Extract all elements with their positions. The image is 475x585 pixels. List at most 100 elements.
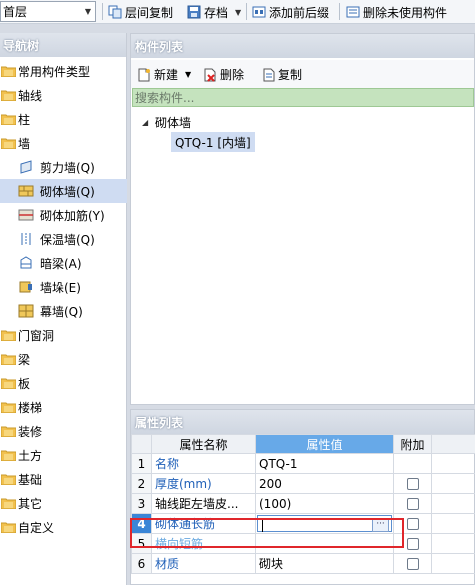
- nav-item-label: 墙: [18, 136, 31, 151]
- tree-leaf-label: QTQ-1 [内墙]: [175, 135, 251, 150]
- spacer-cell: [431, 473, 475, 494]
- nav-item[interactable]: 装修: [0, 419, 127, 443]
- save-archive-button[interactable]: 存档 ▼: [187, 3, 241, 21]
- delete-unused-button[interactable]: 删除未使用构件: [346, 3, 447, 21]
- component-list-panel: 构件列表 新建 ▼ 删除 复制 搜索构件... ◢ 砌体墙 QTQ-1 [内墙]: [130, 33, 475, 405]
- nav-tree-header: 导航树: [0, 33, 126, 57]
- toolbar-divider: [102, 3, 103, 20]
- attach-checkbox[interactable]: [406, 518, 419, 530]
- property-list-title: 属性列表: [135, 415, 184, 430]
- property-row[interactable]: 6 材质 砌块: [131, 553, 475, 574]
- folder-icon: [0, 65, 17, 78]
- property-value[interactable]: ···: [255, 513, 394, 534]
- copy-icon: [263, 68, 275, 81]
- nav-item-label: 砌体墙(Q): [40, 184, 95, 199]
- nav-item-label: 保温墙(Q): [40, 232, 95, 247]
- row-index: 6: [131, 553, 152, 574]
- property-list-header: 属性列表: [131, 410, 474, 434]
- nav-item-label: 基础: [18, 472, 43, 487]
- nav-item[interactable]: 板: [0, 371, 127, 395]
- nav-item[interactable]: 基础: [0, 467, 127, 491]
- folder-icon: [0, 137, 17, 150]
- nav-item[interactable]: 保温墙(Q): [0, 227, 127, 251]
- property-name: 名称: [151, 453, 256, 474]
- tree-leaf-qtq1[interactable]: QTQ-1 [内墙]: [171, 132, 255, 152]
- nav-item[interactable]: 梁: [0, 347, 127, 371]
- nav-item-label: 自定义: [18, 520, 55, 535]
- nav-item[interactable]: 自定义: [0, 515, 127, 539]
- nav-item-label: 暗梁(A): [40, 256, 82, 271]
- nav-item[interactable]: 常用构件类型: [0, 59, 127, 83]
- nav-item-label: 板: [18, 376, 31, 391]
- folder-icon: [0, 89, 17, 102]
- delete-component-button[interactable]: 删除: [203, 66, 244, 83]
- folder-icon: [0, 353, 17, 366]
- attach-checkbox[interactable]: [406, 558, 419, 570]
- chevron-down-icon[interactable]: ▼: [235, 8, 241, 17]
- folder-icon: [0, 113, 17, 126]
- header-attach[interactable]: 附加: [393, 434, 432, 454]
- collapse-triangle-icon[interactable]: ◢: [142, 118, 148, 127]
- nav-item-label: 幕墙(Q): [40, 304, 83, 319]
- nav-item[interactable]: 其它: [0, 491, 127, 515]
- attach-checkbox[interactable]: [406, 498, 419, 510]
- property-name: 厚度(mm): [151, 473, 256, 494]
- nav-item-label: 门窗洞: [18, 328, 55, 343]
- nav-item[interactable]: 幕墙(Q): [0, 299, 127, 323]
- property-row[interactable]: 1 名称 QTQ-1: [131, 453, 475, 474]
- property-value[interactable]: 200: [255, 473, 394, 494]
- attach-cell: [393, 493, 432, 514]
- copy-between-floors-button[interactable]: 层间复制: [108, 3, 173, 21]
- nav-item[interactable]: 剪力墙(Q): [0, 155, 127, 179]
- nav-item[interactable]: 砌体加筋(Y): [0, 203, 127, 227]
- property-value-editor[interactable]: ···: [257, 515, 392, 532]
- property-name: 材质: [151, 553, 256, 574]
- nav-item[interactable]: 土方: [0, 443, 127, 467]
- floor-select[interactable]: 首层 ▼: [0, 1, 96, 22]
- new-component-button[interactable]: 新建 ▼: [137, 66, 191, 83]
- save-archive-label: 存档: [204, 5, 229, 20]
- tree-node-label: 砌体墙: [155, 115, 192, 130]
- property-name: 横向短筋: [151, 533, 256, 554]
- nav-item[interactable]: 柱: [0, 107, 127, 131]
- nav-item[interactable]: 门窗洞: [0, 323, 127, 347]
- search-placeholder: 搜索构件...: [135, 91, 195, 105]
- copy-component-button[interactable]: 复制: [261, 66, 302, 83]
- attach-checkbox[interactable]: [406, 478, 419, 490]
- component-list-toolbar: 新建 ▼ 删除 复制: [131, 60, 474, 88]
- nav-item[interactable]: 轴线: [0, 83, 127, 107]
- nav-item[interactable]: 楼梯: [0, 395, 127, 419]
- row-index: 4: [131, 513, 152, 534]
- nav-tree-panel: 导航树 常用构件类型 轴线柱墙剪力墙(Q) 砌体墙(Q) 砌体加筋(Y) 保温墙(Q) 暗…: [0, 33, 127, 585]
- add-prefix-suffix-label: 添加前后缀: [269, 5, 330, 20]
- attach-checkbox[interactable]: [406, 538, 419, 550]
- nav-item[interactable]: 墙: [0, 131, 127, 155]
- shear-wall-icon: [18, 159, 34, 175]
- attach-cell: [393, 473, 432, 494]
- folder-icon: [0, 377, 17, 390]
- nav-item[interactable]: 墙垛(E): [0, 275, 127, 299]
- property-row[interactable]: 2 厚度(mm) 200: [131, 473, 475, 494]
- property-value[interactable]: (100): [255, 493, 394, 514]
- property-row[interactable]: 3 轴线距左墙皮... (100): [131, 493, 475, 514]
- masonry-wall-icon: [18, 183, 34, 199]
- nav-item-label: 土方: [18, 448, 43, 463]
- property-value[interactable]: [255, 533, 394, 554]
- property-value[interactable]: 砌块: [255, 553, 394, 574]
- chevron-down-icon[interactable]: ▼: [185, 70, 191, 79]
- header-property-value[interactable]: 属性值: [255, 434, 394, 454]
- nav-item[interactable]: 暗梁(A): [0, 251, 127, 275]
- chevron-down-icon[interactable]: ▼: [81, 2, 95, 21]
- property-row[interactable]: 4 砌体通长筋 ···: [131, 513, 475, 534]
- nav-item-label: 装修: [18, 424, 43, 439]
- component-search-input[interactable]: 搜索构件...: [132, 88, 474, 107]
- tree-node-masonry-wall[interactable]: ◢ 砌体墙: [131, 112, 431, 132]
- floor-select-value: 首层: [3, 5, 28, 19]
- header-property-name[interactable]: 属性名称: [151, 434, 256, 454]
- add-prefix-suffix-button[interactable]: 添加前后缀: [252, 3, 329, 21]
- nav-item[interactable]: 砌体墙(Q): [0, 179, 127, 203]
- property-value[interactable]: QTQ-1: [255, 453, 394, 474]
- more-options-button[interactable]: ···: [372, 518, 389, 532]
- property-row[interactable]: 5 横向短筋: [131, 533, 475, 554]
- folder-icon: [0, 401, 17, 414]
